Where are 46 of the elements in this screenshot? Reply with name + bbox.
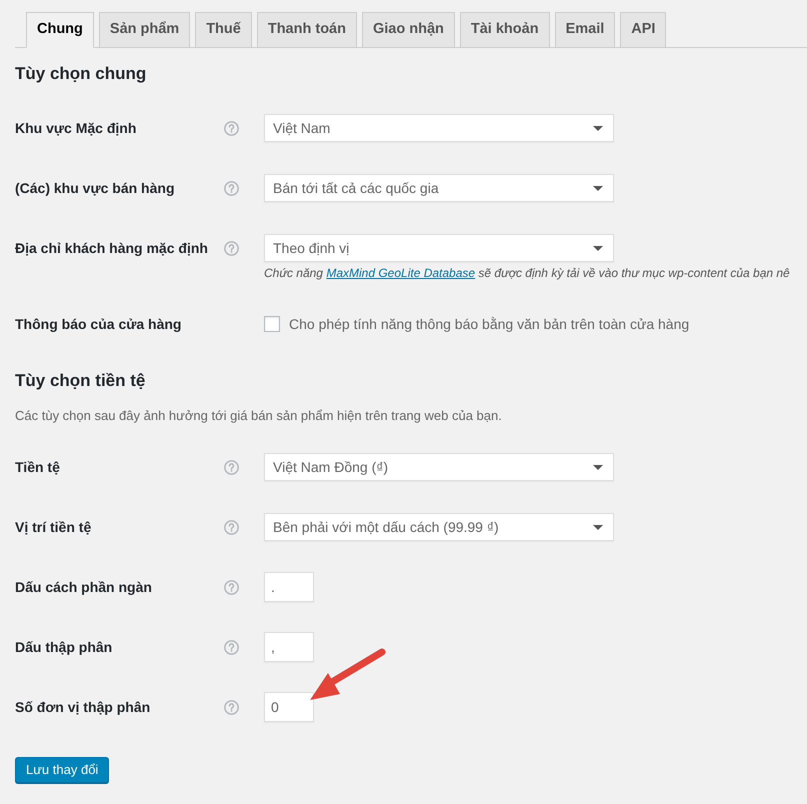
field-label: Khu vực Mặc định [15,118,136,138]
select-field[interactable]: Việt Nam [264,114,614,142]
text-field[interactable]: 0 [264,692,314,722]
field-description: Chức năng MaxMind GeoLite Database sẽ được định kỳ tải về vào thư mục wp-content của bạn nê [264,265,790,282]
caret-icon [593,126,603,130]
settings-tab[interactable]: Chung [26,12,94,48]
section-heading: Tùy chọn chung [15,63,148,85]
caret-icon [593,464,603,470]
field-label: Dấu cách phần ngàn [15,578,152,597]
field-label: Dấu thập phân [15,638,112,657]
field-label: Số đơn vị thập phân [15,698,150,717]
settings-tab[interactable]: Email [554,12,616,48]
section-heading: Tùy chọn tiền tệ [15,370,146,392]
checkbox-label[interactable]: Cho phép tính năng thông báo bằng văn bản trên toàn cửa hàng [289,314,690,334]
caret-icon [593,246,603,250]
help-icon[interactable] [224,240,239,256]
field-label: Vị trí tiền tệ [15,518,92,536]
text-field[interactable]: , [264,632,314,662]
database-link[interactable]: MaxMind GeoLite Database [326,266,476,280]
help-icon[interactable] [224,700,239,714]
settings-tab[interactable]: Giao nhận [362,12,455,48]
settings-tab[interactable]: API [620,12,666,48]
field-label: (Các) khu vực bán hàng [15,178,174,198]
select-field[interactable]: Bán tới tất cả các quốc gia [264,174,614,202]
help-icon[interactable] [224,180,239,196]
save-button[interactable]: Lưu thay đổi [15,757,110,783]
help-icon[interactable] [224,520,239,534]
help-icon[interactable] [224,120,239,136]
select-field[interactable]: Bên phải với một dấu cách (99.99 ₫) [264,513,614,541]
help-icon[interactable] [224,640,239,654]
checkbox[interactable] [264,316,280,332]
select-field[interactable]: Theo định vị [264,234,614,262]
settings-tab[interactable]: Sản phẩm [98,12,190,48]
help-icon[interactable] [224,460,239,474]
caret-icon [593,524,603,530]
caret-icon [593,186,603,190]
field-label: Địa chỉ khách hàng mặc định [15,238,208,258]
text-field[interactable]: . [264,572,314,602]
select-field[interactable]: Việt Nam Đồng (₫) [264,453,614,481]
settings-tab[interactable]: Thuế [195,12,252,48]
section-description: Các tùy chọn sau đây ảnh hưởng tới giá bán sản phẩm hiện trên trang web của bạn. [15,407,503,425]
settings-tab[interactable]: Thanh toán [256,12,357,48]
field-label: Thông báo của cửa hàng [15,314,182,334]
settings-tab[interactable]: Tài khoản [460,12,550,48]
field-label: Tiền tệ [15,458,60,476]
help-icon[interactable] [224,580,239,594]
